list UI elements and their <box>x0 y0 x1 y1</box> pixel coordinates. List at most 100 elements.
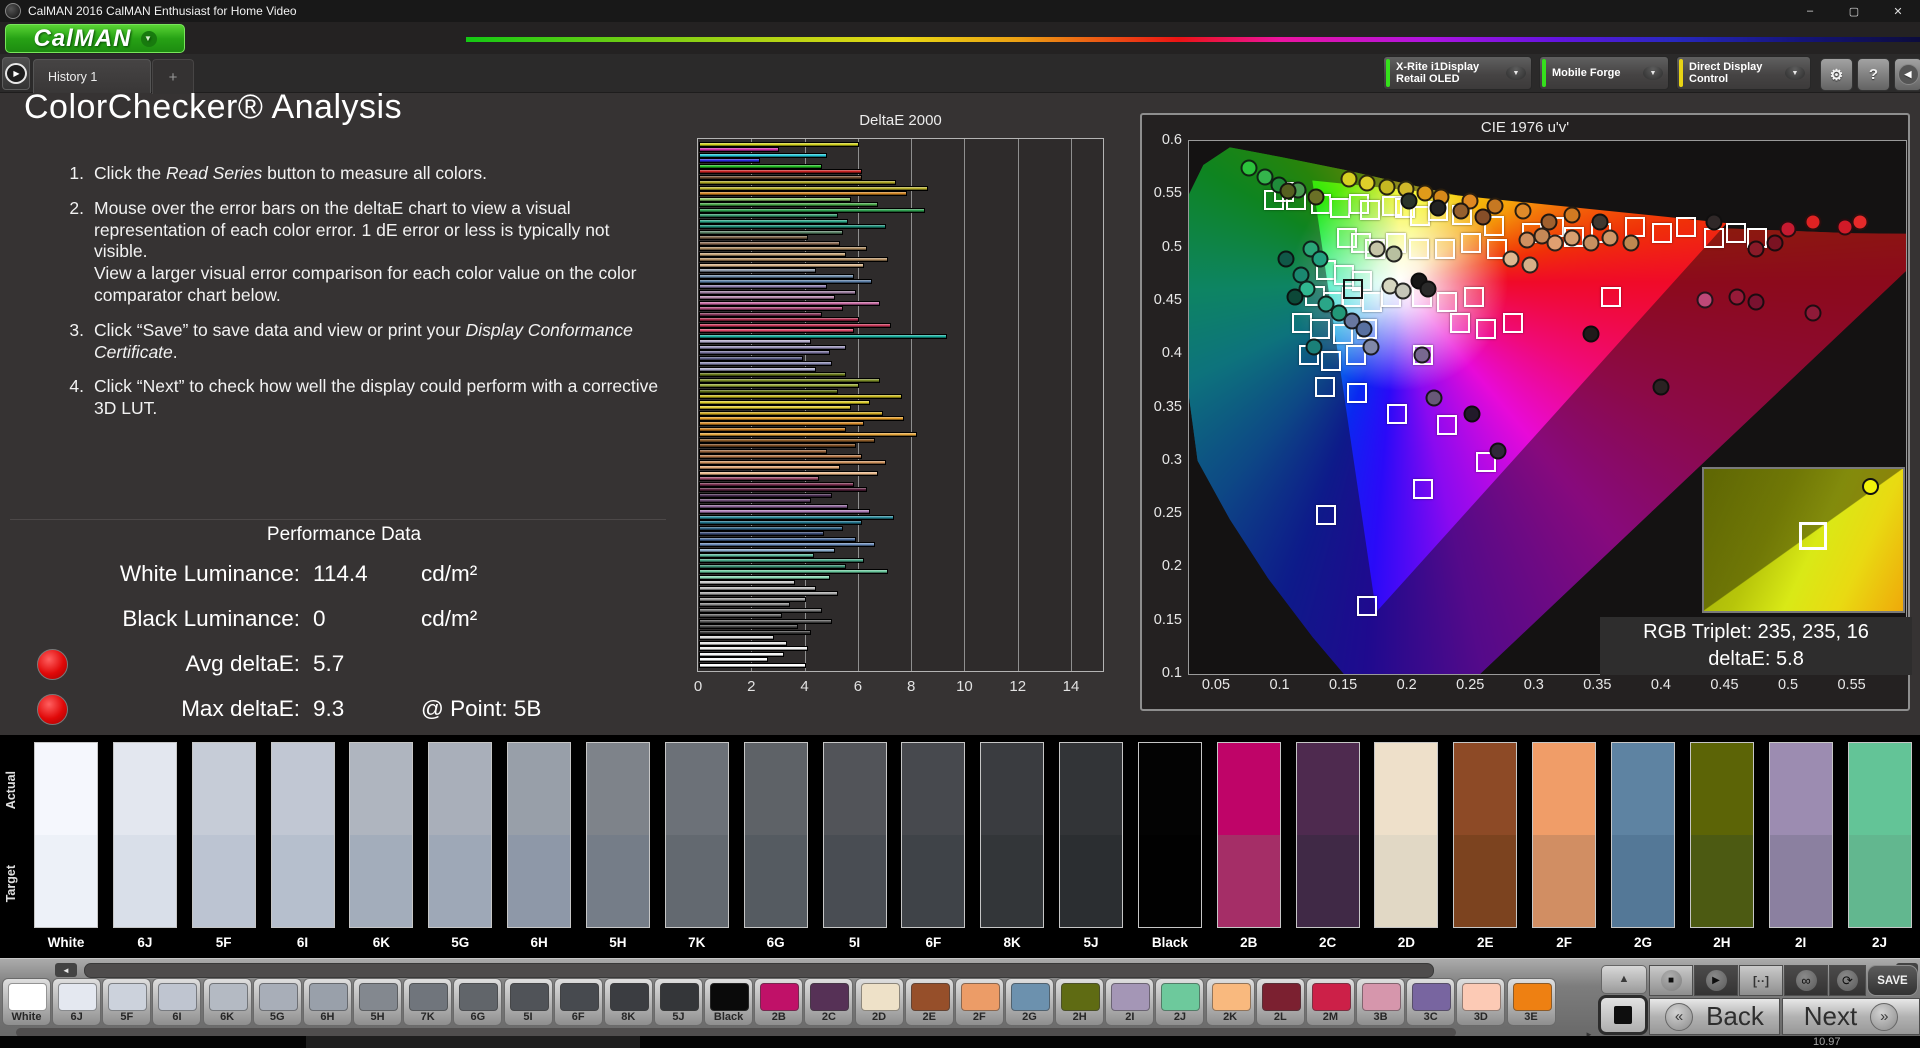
deltae-bar[interactable] <box>699 246 867 252</box>
deltae-bar[interactable] <box>699 355 803 361</box>
deltae-bar[interactable] <box>699 481 854 487</box>
deltae-bar[interactable] <box>699 437 875 443</box>
strip-up-button[interactable]: ▲ <box>1601 965 1647 994</box>
next-button[interactable]: Next » <box>1782 998 1920 1035</box>
patch-chip-3C[interactable]: 3C <box>1406 978 1456 1026</box>
deltae-bar[interactable] <box>699 563 846 569</box>
deltae-bar[interactable] <box>699 279 873 284</box>
deltae-bar[interactable] <box>699 646 809 652</box>
deltae-bar[interactable] <box>699 377 881 383</box>
minimize-button[interactable]: – <box>1788 0 1832 22</box>
tab-scroll-button[interactable]: ▶ <box>2 57 30 90</box>
deltae-bar[interactable] <box>699 152 827 158</box>
deltae-bar[interactable] <box>699 487 867 493</box>
deltae-bar[interactable] <box>699 213 838 219</box>
deltae-bar[interactable] <box>699 525 843 531</box>
deltae-bar[interactable] <box>699 399 870 405</box>
patch-chip-5F[interactable]: 5F <box>102 978 152 1026</box>
deltae-bar[interactable] <box>699 574 830 580</box>
deltae-bar[interactable] <box>699 229 843 235</box>
patch-chip-2G[interactable]: 2G <box>1005 978 1054 1026</box>
deltae-bar[interactable] <box>699 147 779 153</box>
deltae-bar[interactable] <box>699 536 857 542</box>
patch-chip-5J[interactable]: 5J <box>653 978 703 1026</box>
deltae-bar[interactable] <box>699 257 889 263</box>
deltae-bar[interactable] <box>699 531 825 537</box>
deltae-bar[interactable] <box>699 624 798 630</box>
deltae-bar[interactable] <box>699 366 817 372</box>
deltae-bar[interactable] <box>699 553 814 558</box>
deltae-bar[interactable] <box>699 344 846 350</box>
pattern-window-button[interactable] <box>1598 995 1648 1035</box>
patch-chip-2F[interactable]: 2F <box>954 978 1004 1026</box>
deltae-bar[interactable] <box>699 388 838 394</box>
deltae-bar[interactable] <box>699 607 822 613</box>
deltae-bar[interactable] <box>699 410 883 416</box>
patch-chip-6H[interactable]: 6H <box>302 978 352 1026</box>
deltae-bar[interactable] <box>699 350 830 356</box>
patch-chip-6I[interactable]: 6I <box>152 978 202 1026</box>
top-scrollbar-thumb[interactable] <box>84 963 1434 978</box>
patch-chip-3D[interactable]: 3D <box>1456 978 1506 1026</box>
patch-chip-5G[interactable]: 5G <box>252 978 302 1026</box>
continuous-read-button[interactable]: ∞ <box>1784 965 1828 996</box>
patch-chip-2M[interactable]: 2M <box>1305 978 1355 1026</box>
meter-dropdown-0[interactable]: X-Rite i1Display Retail OLED ▼ <box>1383 56 1532 90</box>
deltae-bar[interactable] <box>699 289 857 295</box>
calman-menu-button[interactable]: CalMAN ▼ <box>5 24 185 53</box>
patch-chip-5H[interactable]: 5H <box>353 978 403 1026</box>
deltae-bar[interactable] <box>699 202 878 208</box>
deltae-bar[interactable] <box>699 432 918 438</box>
patch-chip-2J[interactable]: 2J <box>1155 978 1205 1026</box>
deltae-bar[interactable] <box>699 185 929 191</box>
deltae-bar[interactable] <box>699 311 822 317</box>
deltae-bar[interactable] <box>699 542 875 548</box>
close-button[interactable]: ✕ <box>1876 0 1920 22</box>
deltae-bar[interactable] <box>699 306 843 312</box>
collapse-panel-button[interactable]: ◀ <box>1894 58 1920 91</box>
refresh-button[interactable]: ⟳ <box>1829 965 1866 996</box>
deltae-bar[interactable] <box>699 591 838 597</box>
deltae-bar[interactable] <box>699 416 905 421</box>
deltae-bar[interactable] <box>699 191 907 197</box>
patch-chip-5I[interactable]: 5I <box>503 978 553 1026</box>
scroll-left-button[interactable]: ◄ <box>55 963 77 977</box>
deltae-bar[interactable] <box>699 273 854 279</box>
patch-chip-Black[interactable]: Black <box>704 978 754 1026</box>
deltae-bar[interactable] <box>699 284 827 290</box>
deltae-bar[interactable] <box>699 629 811 635</box>
deltae-bar[interactable] <box>699 322 891 328</box>
deltae-bar[interactable] <box>699 158 761 164</box>
deltae-bar[interactable] <box>699 268 817 274</box>
deltae-bar[interactable] <box>699 207 926 213</box>
patch-chip-6G[interactable]: 6G <box>453 978 503 1026</box>
deltae-bar[interactable] <box>699 602 790 608</box>
deltae-bar[interactable] <box>699 405 851 411</box>
patch-chip-3E[interactable]: 3E <box>1506 978 1556 1026</box>
read-series-button[interactable]: ▶ <box>1694 965 1738 996</box>
deltae-bar[interactable] <box>699 476 819 482</box>
deltae-bar[interactable] <box>699 383 859 389</box>
deltae-bar[interactable] <box>699 470 878 476</box>
deltae-bar[interactable] <box>699 640 787 646</box>
deltae-bar[interactable] <box>699 174 862 180</box>
deltae-bar[interactable] <box>699 300 881 306</box>
patch-chip-6F[interactable]: 6F <box>553 978 603 1026</box>
patch-chip-8K[interactable]: 8K <box>603 978 653 1026</box>
patch-chip-2B[interactable]: 2B <box>754 978 804 1026</box>
meter-dropdown-1[interactable]: Mobile Forge ▼ <box>1539 56 1669 90</box>
deltae-bar[interactable] <box>699 361 833 367</box>
deltae-bar[interactable] <box>699 421 865 427</box>
deltae-bar[interactable] <box>699 651 785 657</box>
deltae-bar[interactable] <box>699 372 846 378</box>
patch-chip-2K[interactable]: 2K <box>1205 978 1255 1026</box>
deltae-bar[interactable] <box>699 547 835 553</box>
frames-button[interactable]: [··] <box>1739 965 1783 996</box>
patch-chip-7K[interactable]: 7K <box>403 978 453 1026</box>
deltae-bar[interactable] <box>699 295 835 301</box>
deltae-bar[interactable] <box>699 596 806 602</box>
deltae-bar[interactable] <box>699 163 822 169</box>
deltae-bar[interactable] <box>699 558 865 564</box>
patch-chip-2E[interactable]: 2E <box>904 978 954 1026</box>
meter-dropdown-2[interactable]: Direct Display Control ▼ <box>1676 56 1811 90</box>
